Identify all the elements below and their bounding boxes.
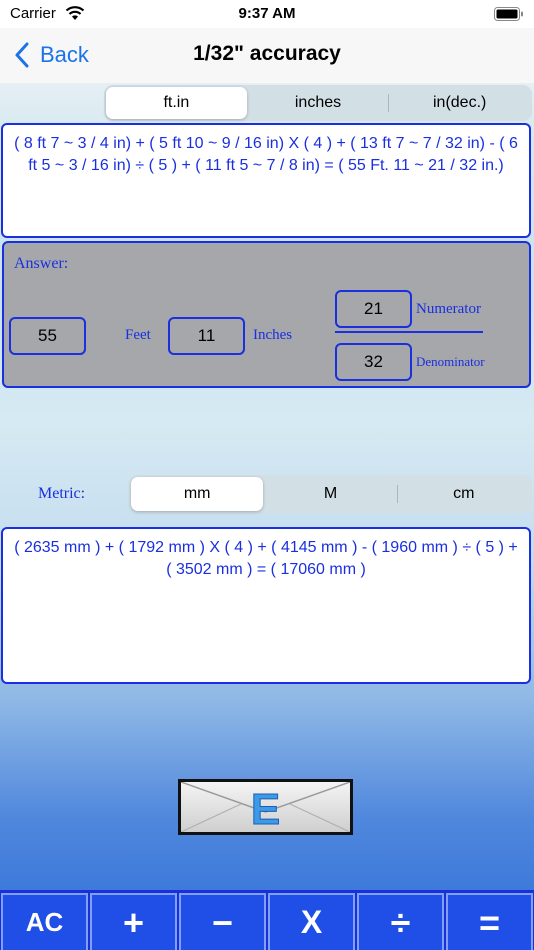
tab-m[interactable]: M: [264, 477, 396, 511]
plus-key[interactable]: +: [90, 893, 177, 950]
minus-key[interactable]: −: [179, 893, 266, 950]
denominator-field: 32: [335, 343, 412, 381]
inches-label: Inches: [253, 327, 293, 343]
tab-inches[interactable]: inches: [248, 87, 389, 119]
answer-label: Answer:: [14, 255, 69, 272]
tab-ft-in[interactable]: ft.in: [106, 87, 247, 119]
numerator-label: Numerator: [416, 301, 481, 317]
feet-answer-field: 55: [9, 317, 86, 355]
clock: 9:37 AM: [238, 5, 296, 22]
envelope-letter: E: [251, 785, 280, 832]
feet-label: Feet: [125, 327, 151, 343]
imperial-expression-display: ( 8 ft 7 ~ 3 / 4 in) + ( 5 ft 10 ~ 9 / 1…: [1, 123, 531, 238]
divide-key[interactable]: ÷: [357, 893, 444, 950]
navigation-bar: Back 1/32" accuracy: [0, 28, 534, 83]
inches-answer-field: 11: [168, 317, 245, 355]
operator-keypad: AC + − X ÷ =: [0, 890, 534, 950]
battery-icon: [494, 7, 523, 21]
fraction-bar: [335, 331, 483, 333]
ac-key[interactable]: AC: [1, 893, 88, 950]
denominator-label: Denominator: [416, 354, 485, 369]
tab-cm[interactable]: cm: [398, 477, 530, 511]
answer-panel: Answer: 55 Feet 11 Inches 21 Numerator 3…: [2, 241, 531, 388]
metric-segmented-control: mm M cm: [129, 475, 532, 513]
tab-in-dec[interactable]: in(dec.): [389, 87, 530, 119]
page-title: 1/32" accuracy: [193, 42, 341, 65]
status-bar: Carrier 9:37 AM: [0, 0, 534, 28]
metric-label: Metric:: [38, 485, 86, 502]
email-button[interactable]: E: [178, 779, 353, 835]
envelope-icon: E: [181, 782, 350, 832]
numerator-field: 21: [335, 290, 412, 328]
equals-key[interactable]: =: [446, 893, 533, 950]
metric-expression-display: ( 2635 mm ) + ( 1792 mm ) X ( 4 ) + ( 41…: [1, 527, 531, 684]
unit-segmented-control: ft.in inches in(dec.): [104, 85, 532, 121]
tab-mm[interactable]: mm: [131, 477, 264, 511]
multiply-key[interactable]: X: [268, 893, 355, 950]
